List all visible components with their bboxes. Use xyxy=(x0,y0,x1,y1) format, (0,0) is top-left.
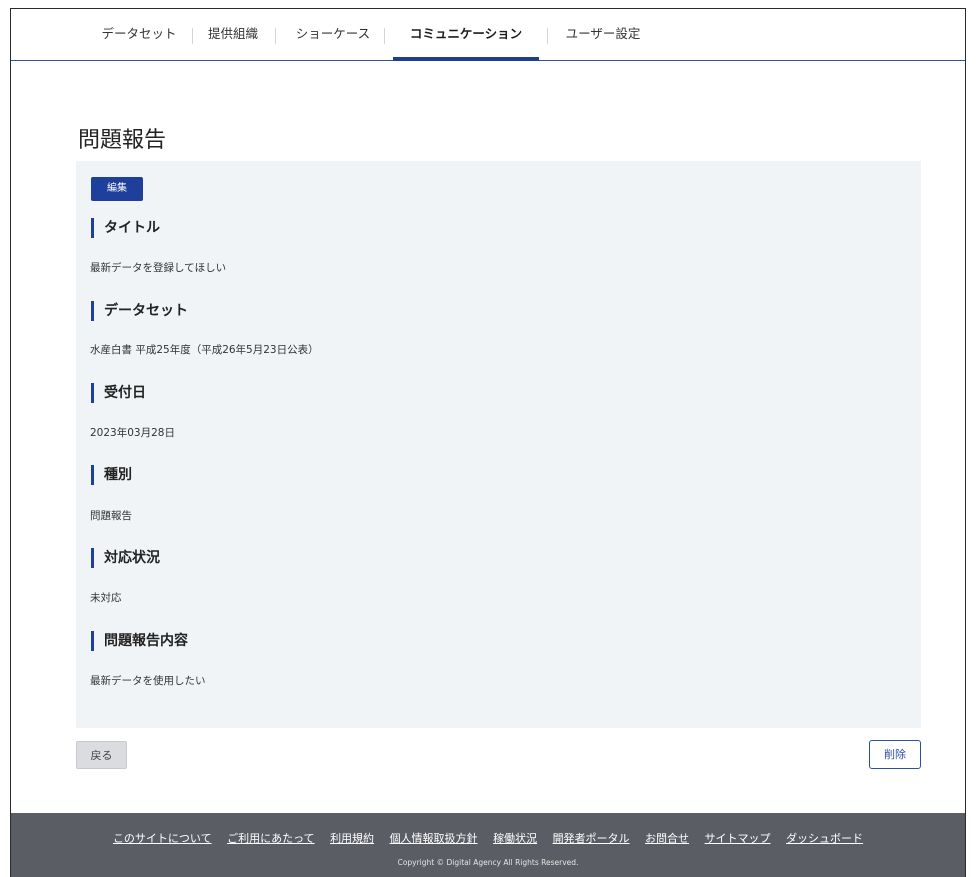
tab-organizations[interactable]: 提供組織 xyxy=(204,9,262,59)
tab-divider xyxy=(384,28,385,44)
delete-button[interactable]: 削除 xyxy=(869,740,921,769)
field-value-dataset: 水産白書 平成25年度（平成26年5月23日公表） xyxy=(90,344,319,356)
field-heading-title: タイトル xyxy=(91,218,160,238)
footer-links: このサイトについて ご利用にあたって 利用規約 個人情報取扱方針 稼働状況 開発… xyxy=(11,830,965,846)
tab-datasets[interactable]: データセット xyxy=(94,9,184,59)
field-value-status: 未対応 xyxy=(90,592,122,604)
footer-link-about[interactable]: このサイトについて xyxy=(113,832,212,845)
footer-link-usage[interactable]: ご利用にあたって xyxy=(227,832,314,845)
tab-showcase[interactable]: ショーケース xyxy=(289,9,377,59)
footer-link-sitemap[interactable]: サイトマップ xyxy=(705,832,771,845)
page-title: 問題報告 xyxy=(78,127,167,153)
footer-link-dashboard[interactable]: ダッシュボード xyxy=(786,832,863,845)
footer-link-status[interactable]: 稼働状況 xyxy=(493,832,537,845)
tab-divider xyxy=(547,28,548,44)
detail-panel: 編集 タイトル 最新データを登録してほしい データセット 水産白書 平成25年度… xyxy=(76,161,921,728)
tab-divider xyxy=(275,28,276,44)
tab-divider xyxy=(192,28,193,44)
field-value-title: 最新データを登録してほしい xyxy=(90,262,227,274)
field-value-received-date: 2023年03月28日 xyxy=(90,427,175,439)
footer-link-privacy[interactable]: 個人情報取扱方針 xyxy=(390,832,478,845)
site-footer: このサイトについて ご利用にあたって 利用規約 個人情報取扱方針 稼働状況 開発… xyxy=(11,813,965,877)
edit-button[interactable]: 編集 xyxy=(91,177,143,201)
footer-link-developer-portal[interactable]: 開発者ポータル xyxy=(553,832,630,845)
copyright-text: Copyright © Digital Agency All Rights Re… xyxy=(397,858,579,867)
field-heading-report-content: 問題報告内容 xyxy=(91,631,188,651)
field-heading-received-date: 受付日 xyxy=(91,383,146,403)
back-button[interactable]: 戻る xyxy=(76,741,127,769)
field-heading-status: 対応状況 xyxy=(91,548,160,568)
footer-link-contact[interactable]: お問合せ xyxy=(645,832,689,845)
field-value-type: 問題報告 xyxy=(90,510,132,522)
tab-user-settings[interactable]: ユーザー設定 xyxy=(560,9,646,59)
field-heading-type: 種別 xyxy=(91,465,132,485)
top-navigation: データセット 提供組織 ショーケース コミュニケーション ユーザー設定 xyxy=(11,9,965,61)
footer-link-terms[interactable]: 利用規約 xyxy=(330,832,374,845)
app-frame: データセット 提供組織 ショーケース コミュニケーション ユーザー設定 問題報告… xyxy=(10,8,966,877)
field-heading-dataset: データセット xyxy=(91,301,188,321)
tab-communication[interactable]: コミュニケーション xyxy=(393,9,539,61)
field-value-report-content: 最新データを使用したい xyxy=(90,675,206,687)
